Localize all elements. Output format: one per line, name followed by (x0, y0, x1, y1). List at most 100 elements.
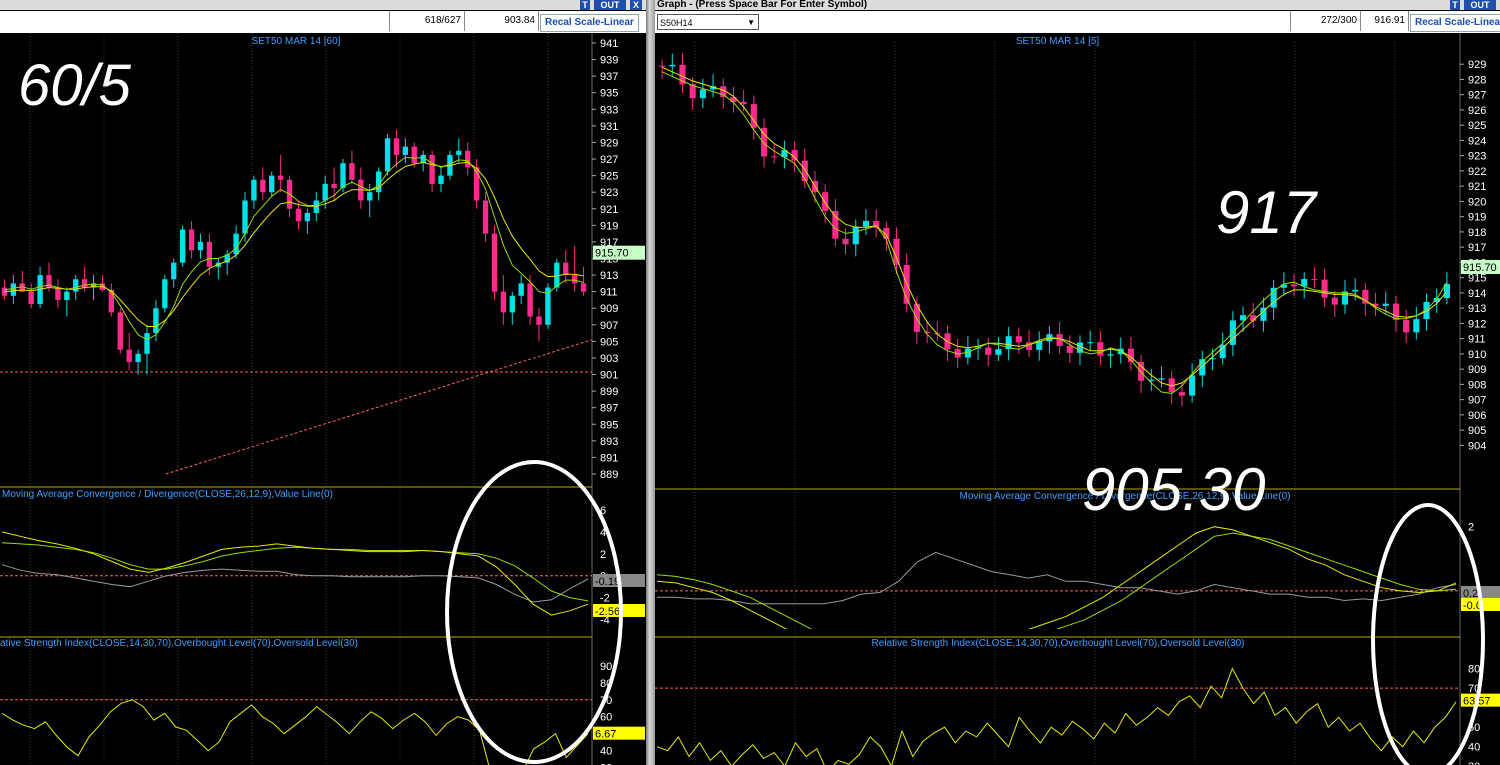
L-candle (482, 200, 489, 234)
L-price-tag: 915.70 (595, 248, 629, 260)
L-candle (153, 308, 159, 334)
right-annotation-high: 917 (1216, 179, 1317, 246)
R-macd-hist-line (657, 551, 1457, 605)
L-candle (126, 349, 132, 363)
R-candle (852, 226, 859, 245)
R-price-tick: 928 (1468, 74, 1486, 86)
L-candle (73, 279, 79, 292)
R-price-tick: 918 (1468, 227, 1486, 239)
R-price-tick: 906 (1468, 410, 1486, 422)
pane-splitter[interactable] (646, 0, 655, 765)
L-candle (500, 291, 507, 313)
L-price-tick: 925 (600, 171, 618, 183)
R-candle (842, 238, 849, 245)
R-candle (1321, 279, 1328, 298)
L-price-tick: 909 (600, 303, 618, 315)
left-title-bar: T OUT X (0, 0, 646, 10)
L-price-tick: 899 (600, 386, 618, 398)
left-annotation: 60/5 (18, 53, 131, 118)
window-title-bar: Graph - (Press Space Bar For Enter Symbo… (655, 0, 1500, 10)
R-rsi-title: Relative Strength Index(CLOSE,14,30,70),… (872, 638, 1245, 649)
R-price-tick: 914 (1468, 288, 1486, 300)
R-candle (832, 210, 839, 239)
L-macd-tick: 4 (600, 527, 606, 539)
L-rsi-tick: 40 (600, 746, 612, 758)
L-candle (269, 175, 275, 193)
right-out-button[interactable]: OUT (1464, 0, 1496, 10)
R-price-tag: 915.70 (1463, 262, 1497, 274)
symbol-combo[interactable]: S50H14 ▼ (657, 14, 759, 30)
L-candle (438, 175, 444, 184)
right-recal-scale-button[interactable]: Recal Scale-Linear (1410, 14, 1500, 32)
L-candle (117, 312, 123, 350)
L-candle (10, 283, 17, 296)
R-rsi-tick: 50 (1468, 722, 1480, 734)
L-price-tick: 923 (600, 187, 618, 199)
R-candle (1107, 354, 1114, 356)
R-price-tick: 921 (1468, 181, 1486, 193)
L-price-tick: 941 (600, 38, 618, 50)
L-candle (242, 200, 248, 234)
L-candle (295, 208, 302, 222)
R-candle (699, 89, 706, 99)
L-price-tick: 889 (600, 469, 618, 481)
L-macd-tag-gray: -0.19 (595, 576, 620, 588)
L-price-tick: 903 (600, 353, 618, 365)
L-rsi-tick: 70 (600, 695, 612, 707)
L-candle (563, 262, 569, 276)
L-macd-line (1, 531, 589, 616)
R-rsi-tick: 30 (1468, 761, 1480, 765)
chevron-down-icon[interactable]: ▼ (747, 15, 755, 31)
R-candle (1331, 297, 1338, 305)
L-price-tick: 907 (600, 320, 618, 332)
L-macd-tag-yellow: -2.56 (595, 606, 620, 618)
R-candle (1178, 392, 1185, 396)
R-candle (995, 349, 1002, 355)
L-candle (518, 283, 524, 296)
R-candle (669, 64, 676, 67)
R-price-tick: 924 (1468, 135, 1486, 147)
left-t-button[interactable]: T (580, 0, 590, 10)
L-price-tick: 935 (600, 88, 618, 100)
right-chart-svg[interactable]: SET50 MAR 14 [5] 929 928 927 926 925 924 923 922… (655, 33, 1500, 765)
R-price-tick: 905 (1468, 425, 1486, 437)
L-candle (402, 146, 409, 155)
R-candle (1413, 319, 1420, 333)
R-price-tick: 927 (1468, 90, 1486, 102)
right-t-button[interactable]: T (1450, 0, 1460, 10)
R-candle (1290, 284, 1298, 287)
left-blank-cell (0, 11, 390, 31)
L-price-tick: 919 (600, 220, 618, 232)
L-candle (28, 291, 34, 305)
L-rsi-tick: 80 (600, 678, 612, 690)
L-candle (456, 150, 462, 155)
R-candle (1015, 336, 1022, 343)
L-price-tick: 939 (600, 55, 618, 67)
L-price-tick: 933 (600, 104, 618, 116)
L-price-tick: 895 (600, 419, 618, 431)
L-candle (251, 179, 257, 201)
L-rsi-tag: 6.67 (595, 729, 616, 741)
L-candle (411, 146, 417, 164)
L-price-tick: 901 (600, 370, 618, 382)
L-candle (527, 283, 533, 317)
L-candle (260, 179, 266, 193)
left-chart-svg[interactable]: SET50 MAR 14 [60] 941 939 937 935 933 931 929 92… (0, 33, 646, 765)
right-info-bar: S50H14 ▼ 272/300 916.91 Recal Scale-Line… (655, 11, 1500, 33)
L-macd-title: Moving Average Convergence / Divergence(… (2, 489, 333, 500)
left-close-button[interactable]: X (630, 0, 642, 10)
R-rsi-line (656, 667, 1457, 765)
left-out-button[interactable]: OUT (594, 0, 626, 10)
R-macd-tag-yellow: -0.0 (1463, 600, 1482, 612)
R-candle (740, 101, 747, 105)
L-price-tick: 931 (600, 121, 618, 133)
R-price-tick: 929 (1468, 59, 1486, 71)
L-chart-title: SET50 MAR 14 [60] (252, 36, 341, 47)
R-rsi-tick: 70 (1468, 683, 1480, 695)
L-candle (144, 333, 150, 354)
left-recal-scale-button[interactable]: Recal Scale-Linear (540, 14, 639, 32)
L-rsi-tick: 60 (600, 712, 612, 724)
L-candle (509, 295, 515, 313)
L-candle (491, 233, 498, 292)
L-candle (81, 279, 88, 288)
